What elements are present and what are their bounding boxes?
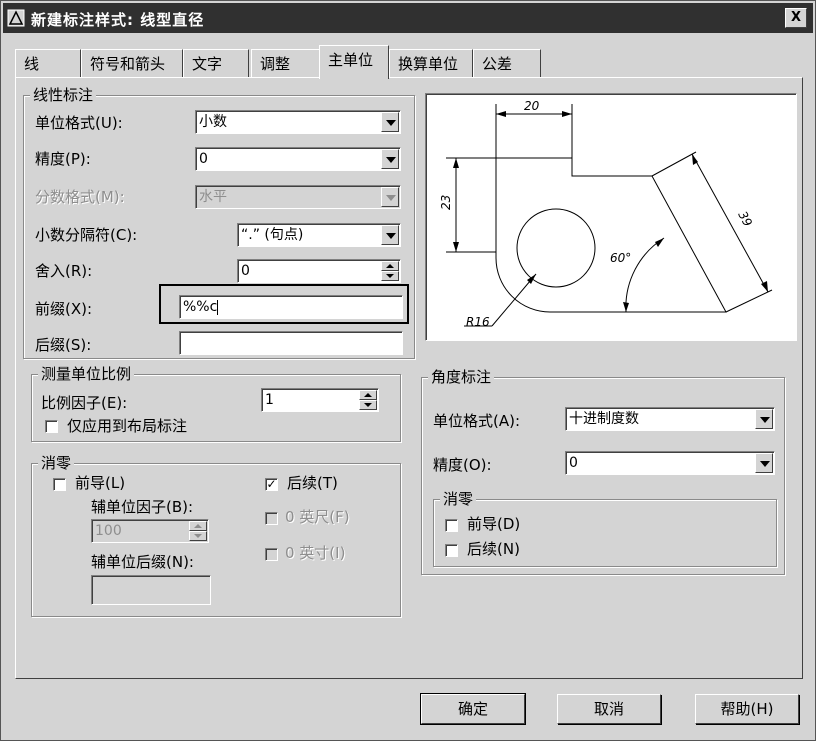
dialog-window: 新建标注样式: 线型直径 X 线 符号和箭头 文字 调整 主单位 换算单位 公差… [0, 0, 816, 741]
chevron-down-icon[interactable] [381, 149, 399, 169]
dim-height-text: 23 [439, 195, 453, 210]
zero-feet-label: 0 英尺(F) [285, 508, 350, 526]
tab-fit[interactable]: 调整 [251, 49, 325, 78]
unit-format-label: 单位格式(U): [35, 114, 123, 132]
radius-text: R16 [466, 315, 490, 329]
chevron-down-icon[interactable] [755, 409, 773, 429]
group-title: 测量单位比例 [38, 364, 135, 384]
hole-circle [516, 208, 596, 288]
angle-text: 60° [610, 251, 631, 265]
prefix-highlight-box [159, 284, 409, 324]
app-icon [7, 9, 25, 27]
leading-zero-checkbox[interactable] [53, 478, 66, 491]
scale-factor-label: 比例因子(E): [41, 394, 128, 412]
angular-unit-format-label: 单位格式(A): [433, 412, 521, 430]
ok-button[interactable]: 确定 [420, 693, 526, 725]
angular-leading-checkbox[interactable] [445, 519, 458, 532]
group-title: 消零 [440, 489, 477, 509]
spin-down-icon[interactable] [381, 271, 399, 281]
zero-inches-checkbox[interactable] [265, 548, 278, 561]
round-off-stepper[interactable]: 0 [237, 259, 401, 283]
sub-unit-suffix-input[interactable] [91, 575, 211, 605]
scale-factor-stepper[interactable]: 1 [261, 388, 379, 412]
window-title: 新建标注样式: 线型直径 [31, 11, 205, 29]
preview-drawing: 20 23 39 60° R16 [439, 99, 773, 329]
fraction-format-select[interactable]: 水平 [195, 185, 401, 209]
zero-inches-label: 0 英寸(I) [285, 544, 346, 562]
help-button[interactable]: 帮助(H) [695, 694, 799, 724]
round-off-label: 舍入(R): [35, 262, 93, 280]
group-title: 角度标注 [428, 367, 495, 387]
angular-unit-format-select[interactable]: 十进制度数 [565, 407, 775, 431]
spin-up-icon[interactable] [189, 521, 207, 531]
tab-primary-units[interactable]: 主单位 [319, 45, 389, 79]
sub-unit-suffix-label: 辅单位后缀(N): [91, 553, 194, 571]
fraction-format-label: 分数格式(M): [35, 188, 125, 206]
suffix-input[interactable] [179, 331, 403, 355]
angular-trailing-label: 后续(N) [467, 540, 520, 558]
tab-text[interactable]: 文字 [183, 49, 249, 78]
trailing-zero-checkbox[interactable]: ✓ [265, 478, 278, 491]
unit-format-select[interactable]: 小数 [195, 110, 401, 134]
tab-tolerances[interactable]: 公差 [473, 49, 541, 78]
zero-feet-checkbox[interactable] [265, 512, 278, 525]
tab-alternate-units[interactable]: 换算单位 [389, 49, 473, 78]
dim-slant-text: 39 [735, 209, 755, 229]
sub-unit-factor-stepper[interactable]: 100 [91, 519, 209, 543]
tab-symbols-arrows[interactable]: 符号和箭头 [81, 49, 183, 78]
spin-up-icon[interactable] [359, 390, 377, 400]
decimal-separator-label: 小数分隔符(C): [35, 226, 138, 244]
layout-only-label: 仅应用到布局标注 [67, 417, 188, 435]
angular-trailing-checkbox[interactable] [445, 544, 458, 557]
trailing-zero-label: 后续(T) [287, 474, 338, 492]
chevron-down-icon[interactable] [381, 187, 399, 207]
decimal-separator-select[interactable]: “.” (句点) [237, 223, 401, 247]
part-outline [446, 104, 773, 327]
precision-select[interactable]: 0 [195, 147, 401, 171]
close-icon: X [790, 10, 802, 25]
layout-only-checkbox[interactable] [45, 420, 58, 433]
angular-precision-select[interactable]: 0 [565, 451, 775, 475]
chevron-down-icon[interactable] [381, 225, 399, 245]
spin-up-icon[interactable] [381, 261, 399, 271]
sub-unit-factor-label: 辅单位因子(B): [91, 498, 194, 516]
suffix-label: 后缀(S): [35, 336, 92, 354]
arrowheads [453, 111, 768, 312]
angular-precision-label: 精度(O): [433, 456, 492, 474]
leading-zero-label: 前导(L) [75, 474, 126, 492]
prefix-label: 前缀(X): [35, 300, 93, 318]
spin-down-icon[interactable] [189, 531, 207, 541]
precision-label: 精度(P): [35, 150, 91, 168]
cancel-button[interactable]: 取消 [557, 694, 661, 724]
chevron-down-icon[interactable] [755, 453, 773, 473]
spin-down-icon[interactable] [359, 400, 377, 410]
group-title: 消零 [38, 453, 75, 473]
dimension-preview: 20 23 39 60° R16 [425, 93, 797, 341]
dim-width-text: 20 [524, 99, 540, 113]
group-title: 线性标注 [30, 85, 97, 105]
close-button[interactable]: X [785, 8, 807, 28]
angular-leading-label: 前导(D) [467, 515, 521, 533]
title-bar: 新建标注样式: 线型直径 X [3, 3, 813, 33]
tab-lines[interactable]: 线 [15, 49, 81, 78]
chevron-down-icon[interactable] [381, 112, 399, 132]
